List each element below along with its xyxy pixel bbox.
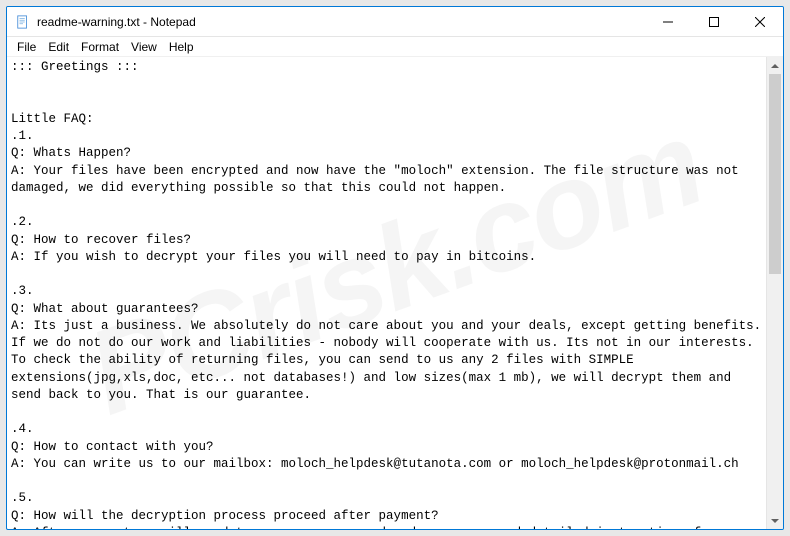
menu-edit[interactable]: Edit — [42, 39, 75, 55]
titlebar: readme-warning.txt - Notepad — [7, 7, 783, 37]
maximize-icon — [709, 17, 719, 27]
window-controls — [645, 7, 783, 36]
chevron-down-icon — [771, 519, 779, 523]
scroll-down-button[interactable] — [767, 512, 783, 529]
scroll-track[interactable] — [767, 74, 783, 512]
minimize-button[interactable] — [645, 7, 691, 36]
vertical-scrollbar[interactable] — [766, 57, 783, 529]
notepad-icon — [15, 14, 31, 30]
scroll-up-button[interactable] — [767, 57, 783, 74]
menu-format[interactable]: Format — [75, 39, 125, 55]
text-editor[interactable]: ::: Greetings ::: Little FAQ: .1. Q: Wha… — [7, 57, 766, 529]
window-title: readme-warning.txt - Notepad — [37, 15, 645, 29]
menu-view[interactable]: View — [125, 39, 163, 55]
close-button[interactable] — [737, 7, 783, 36]
notepad-window: readme-warning.txt - Notepad File Edit F… — [6, 6, 784, 530]
menubar: File Edit Format View Help — [7, 37, 783, 57]
menu-help[interactable]: Help — [163, 39, 200, 55]
minimize-icon — [663, 17, 673, 27]
menu-file[interactable]: File — [11, 39, 42, 55]
close-icon — [755, 17, 765, 27]
scroll-thumb[interactable] — [769, 74, 781, 274]
maximize-button[interactable] — [691, 7, 737, 36]
chevron-up-icon — [771, 64, 779, 68]
content-area: ::: Greetings ::: Little FAQ: .1. Q: Wha… — [7, 57, 783, 529]
